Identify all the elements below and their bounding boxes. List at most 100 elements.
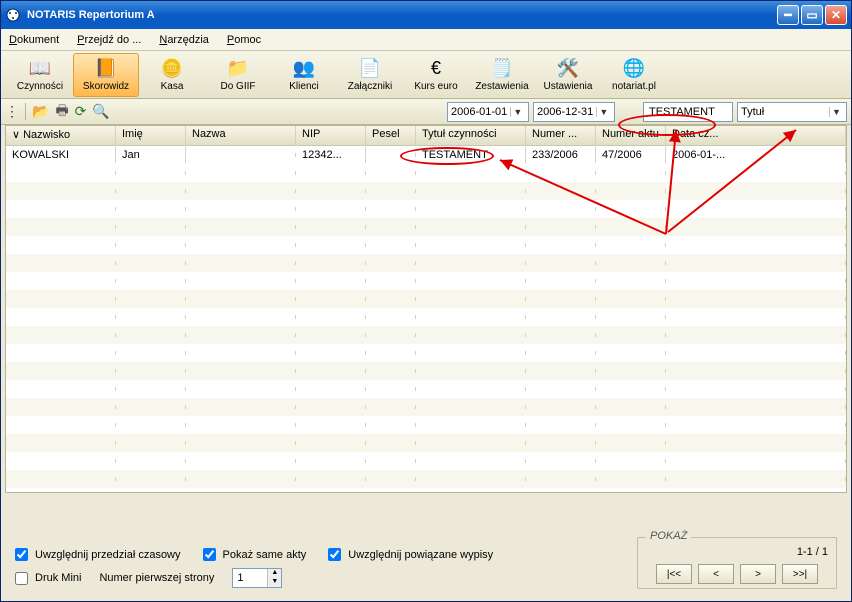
toolbar-zalaczniki[interactable]: 📄 Załączniki (337, 53, 403, 97)
chk-pokaz-same-akty[interactable]: Pokaż same akty (199, 545, 307, 564)
nav-next-button[interactable]: > (740, 564, 776, 584)
empty-row (6, 200, 846, 218)
empty-row (6, 434, 846, 452)
empty-row (6, 362, 846, 380)
nav-prev-button[interactable]: < (698, 564, 734, 584)
empty-row (6, 452, 846, 470)
search-icon[interactable]: 🔍 (92, 103, 109, 120)
empty-row (6, 308, 846, 326)
toolbar-kurs-euro[interactable]: €Kurs euro (403, 53, 469, 97)
chevron-down-icon[interactable]: ▼ (829, 107, 843, 117)
toolbar-czynnosci[interactable]: 📖Czynności (7, 53, 73, 97)
chk-druk-mini[interactable]: Druk Mini (11, 569, 81, 588)
column-header[interactable]: NIP (296, 126, 366, 145)
toolbar-klienci[interactable]: 👥 Klienci (271, 53, 337, 97)
chk-uwzglednij-przedzial-box[interactable] (15, 548, 28, 561)
nav-last-button[interactable]: >>| (782, 564, 818, 584)
grid-header: ∨ NazwiskoImięNazwaNIPPeselTytuł czynnoś… (6, 126, 846, 146)
empty-row (6, 470, 846, 488)
column-header[interactable]: ∨ Nazwisko (6, 126, 116, 145)
search-field-combo[interactable]: Tytuł ▼ (737, 102, 847, 122)
zalaczniki-icon: 📄 (359, 57, 381, 79)
date-from-value: 2006-01-01 (451, 106, 507, 118)
kasa-icon: 🪙 (161, 57, 183, 79)
chk-uwzglednij-wypisy-box[interactable] (328, 548, 341, 561)
chk-uwzglednij-przedzial[interactable]: Uwzględnij przedział czasowy (11, 545, 181, 564)
date-to-combo[interactable]: 2006-12-31 ▼ (533, 102, 615, 122)
chevron-down-icon[interactable]: ▼ (596, 107, 610, 117)
chk-pokaz-same-akty-box[interactable] (203, 548, 216, 561)
date-from-combo[interactable]: 2006-01-01 ▼ (447, 102, 529, 122)
app-window: NOTARIS Repertorium A ━ ▭ ✕ Dokument Prz… (0, 0, 852, 602)
cell-pesel (366, 153, 416, 157)
window-title: NOTARIS Repertorium A (27, 9, 777, 21)
toolbar-label: Ustawienia (544, 81, 593, 92)
empty-row (6, 164, 846, 182)
toolbar-label: Klienci (289, 81, 318, 92)
maximize-button[interactable]: ▭ (801, 5, 823, 25)
do-giif-icon: 📁 (227, 57, 249, 79)
empty-row (6, 236, 846, 254)
toolbar-do-giif[interactable]: 📁 Do GIIF (205, 53, 271, 97)
toolbar-skorowidz[interactable]: 📙Skorowidz (73, 53, 139, 97)
menu-dokument[interactable]: Dokument (9, 34, 59, 46)
pokaz-group: POKAŻ 1-1 / 1 |<< < > >>| (637, 537, 837, 589)
empty-row (6, 272, 846, 290)
grid-body: KOWALSKIJan12342...TESTAMENT233/200647/2… (6, 146, 846, 488)
column-header[interactable]: Nazwa (186, 126, 296, 145)
column-header[interactable]: Imię (116, 126, 186, 145)
column-header[interactable]: Numer ... (526, 126, 596, 145)
minimize-button[interactable]: ━ (777, 5, 799, 25)
chk-label: Uwzględnij powiązane wypisy (348, 549, 493, 561)
toolbar-ustawienia[interactable]: 🛠️ Ustawienia (535, 53, 601, 97)
chevron-down-icon[interactable]: ▼ (510, 107, 524, 117)
toolbar-kasa[interactable]: 🪙 Kasa (139, 53, 205, 97)
empty-row (6, 290, 846, 308)
toolbar-notariat-pl[interactable]: 🌐 notariat.pl (601, 53, 667, 97)
bottom-panel: Uwzględnij przedział czasowy Pokaż same … (5, 537, 847, 597)
ustawienia-icon: 🛠️ (557, 57, 579, 79)
menu-przejdz-do[interactable]: Przejdź do ... (77, 34, 141, 46)
cell-nazwisko: KOWALSKI (6, 147, 116, 163)
column-header[interactable]: Pesel (366, 126, 416, 145)
numer-pierwszej-spinner[interactable]: ▲▼ (232, 568, 282, 588)
toolbar-label: Załączniki (348, 81, 392, 92)
refresh-icon[interactable]: ⟳ (75, 103, 87, 120)
spin-up-icon[interactable]: ▲ (267, 569, 281, 578)
open-icon[interactable]: 📂 (32, 103, 49, 120)
notariat-pl-icon: 🌐 (623, 57, 645, 79)
cell-nazwa (186, 153, 296, 157)
empty-row (6, 218, 846, 236)
search-input[interactable] (647, 105, 729, 119)
menubar: Dokument Przejdź do ... Narzędzia Pomoc (1, 29, 851, 51)
spin-down-icon[interactable]: ▼ (267, 578, 281, 587)
empty-row (6, 398, 846, 416)
column-header[interactable]: Numer aktu (596, 126, 666, 145)
toolbar-zestawienia[interactable]: 🗒️Zestawienia (469, 53, 535, 97)
chk-label: Druk Mini (35, 572, 81, 584)
table-row[interactable]: KOWALSKIJan12342...TESTAMENT233/200647/2… (6, 146, 846, 164)
menu-narzedzia[interactable]: Narzędzia (159, 34, 209, 46)
menu-pomoc[interactable]: Pomoc (227, 34, 261, 46)
filter-bar: ⋮ 📂 🖶 ⟳ 🔍 2006-01-01 ▼ 2006-12-31 ▼ Tytu… (1, 99, 851, 125)
numer-pierwszej-label: Numer pierwszej strony (99, 572, 214, 584)
column-header[interactable]: Data cz... (666, 126, 846, 145)
column-header[interactable]: Tytuł czynności (416, 126, 526, 145)
toolbar: 📖Czynności📙Skorowidz 🪙 Kasa 📁 Do GIIF 👥 Klienc… (1, 51, 851, 99)
print-icon[interactable]: 🖶 (55, 100, 68, 124)
close-button[interactable]: ✕ (825, 5, 847, 25)
search-input-wrap (643, 102, 733, 122)
pokaz-legend: POKAŻ (646, 530, 691, 542)
search-field-value: Tytuł (741, 106, 764, 118)
cell-tytul: TESTAMENT (416, 147, 526, 163)
nav-first-button[interactable]: |<< (656, 564, 692, 584)
cell-imie: Jan (116, 147, 186, 163)
chk-druk-mini-box[interactable] (15, 572, 28, 585)
toolbar-label: Kasa (161, 81, 184, 92)
toolbar-label: notariat.pl (612, 81, 656, 92)
klienci-icon: 👥 (293, 57, 315, 79)
chk-uwzglednij-wypisy[interactable]: Uwzględnij powiązane wypisy (324, 545, 493, 564)
numer-pierwszej-input[interactable] (233, 571, 267, 585)
toolbar-label: Do GIIF (220, 81, 255, 92)
skorowidz-icon: 📙 (95, 57, 117, 79)
